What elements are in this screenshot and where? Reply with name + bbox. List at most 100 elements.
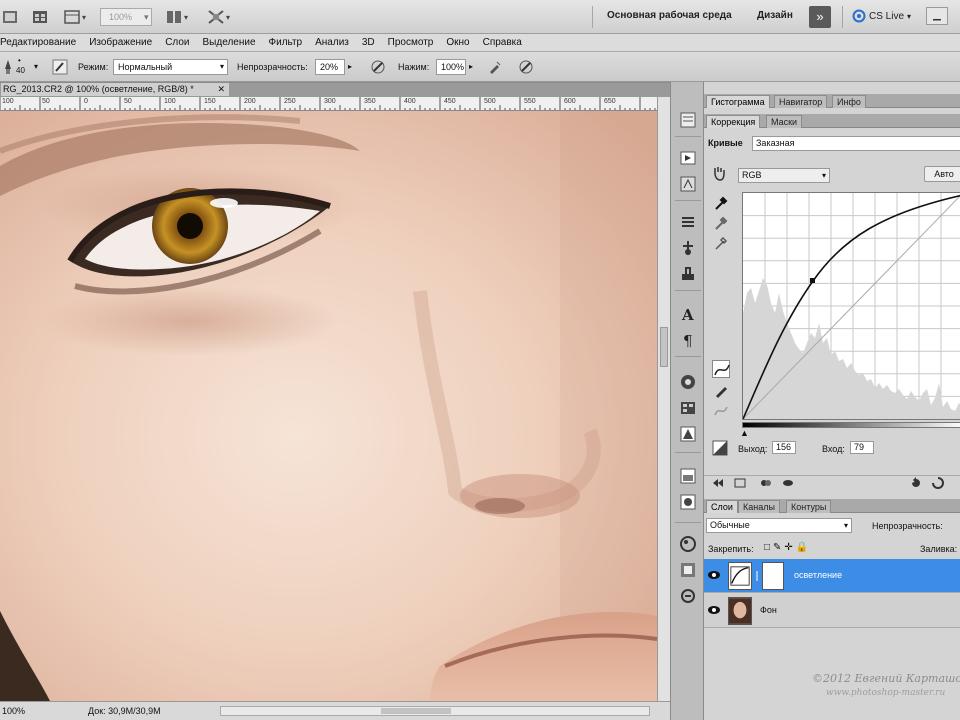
tab-histogram[interactable]: Гистограмма bbox=[706, 95, 770, 108]
airbrush-icon[interactable] bbox=[487, 59, 503, 75]
opacity-input[interactable]: 20% bbox=[315, 59, 345, 75]
ruler-label: 200 bbox=[244, 98, 256, 105]
canvas-vertical-scrollbar[interactable] bbox=[657, 97, 670, 701]
chevron-down-icon[interactable]: ▾ bbox=[34, 62, 38, 71]
menu-filter[interactable]: Фильтр bbox=[269, 37, 303, 48]
menu-view[interactable]: Просмотр bbox=[388, 37, 434, 48]
mask-link-icon[interactable] bbox=[754, 571, 760, 581]
tab-strip bbox=[230, 83, 670, 97]
menu-3d[interactable]: 3D bbox=[362, 37, 375, 48]
menu-image[interactable]: Изображение bbox=[89, 37, 152, 48]
scroll-thumb[interactable] bbox=[381, 708, 451, 714]
menu-select[interactable]: Выделение bbox=[203, 37, 256, 48]
launch-bridge-icon[interactable] bbox=[2, 8, 18, 26]
menu-window[interactable]: Окно bbox=[446, 37, 469, 48]
layer-mask-thumbnail[interactable] bbox=[762, 562, 784, 590]
tab-masks[interactable]: Маски bbox=[766, 115, 803, 128]
tool-preset-icon[interactable] bbox=[2, 59, 14, 75]
color-panel-icon[interactable] bbox=[678, 372, 698, 392]
styles-panel-icon[interactable] bbox=[678, 424, 698, 444]
document-canvas[interactable] bbox=[0, 111, 657, 701]
layer-row-adjustment[interactable]: осветление bbox=[704, 559, 960, 593]
layer-row-background[interactable]: Фон bbox=[704, 594, 960, 628]
arrange-documents-icon[interactable]: ▾ bbox=[166, 8, 188, 26]
navigator-mini-icon[interactable] bbox=[678, 586, 698, 606]
on-image-adjust-hand-icon[interactable] bbox=[710, 164, 728, 182]
tab-paths[interactable]: Контуры bbox=[786, 500, 832, 513]
return-to-list-icon[interactable] bbox=[712, 478, 724, 488]
animation-panel-icon[interactable] bbox=[678, 174, 698, 194]
lock-options-icons[interactable]: □✎✛🔒 bbox=[764, 542, 811, 553]
menu-edit[interactable]: Редактирование bbox=[0, 37, 76, 48]
tab-navigator[interactable]: Навигатор bbox=[774, 95, 828, 108]
tab-layers[interactable]: Слои bbox=[706, 500, 738, 513]
layer-name[interactable]: Фон bbox=[760, 605, 777, 615]
cs-live-button[interactable]: CS Live ▾ bbox=[852, 9, 911, 23]
workspace-design[interactable]: Дизайн bbox=[757, 10, 793, 21]
chevron-right-icon[interactable]: ▸ bbox=[348, 62, 352, 71]
close-icon[interactable]: ✕ bbox=[217, 83, 225, 96]
curve-point-tool-icon[interactable] bbox=[712, 360, 730, 378]
visibility-icon[interactable] bbox=[782, 478, 794, 488]
tool-presets-icon[interactable] bbox=[678, 264, 698, 284]
swatches-panel-icon[interactable] bbox=[678, 398, 698, 418]
clone-source-icon[interactable] bbox=[678, 238, 698, 258]
brush-size-value[interactable]: 40 bbox=[16, 66, 25, 75]
expanded-view-icon[interactable] bbox=[734, 478, 746, 488]
chevron-right-icon[interactable]: ▸ bbox=[469, 62, 473, 71]
character-panel-icon[interactable]: A bbox=[678, 304, 698, 324]
eyedropper-gray-icon[interactable] bbox=[712, 214, 730, 232]
document-tab[interactable]: RG_2013.CR2 @ 100% (осветление, RGB/8) *… bbox=[0, 83, 230, 97]
pencil-tool-icon[interactable] bbox=[712, 382, 730, 400]
blend-mode-select[interactable]: Нормальный ▾ bbox=[113, 59, 228, 75]
zoom-level-select[interactable]: 100% ▾ bbox=[100, 8, 152, 26]
info-mini-icon[interactable] bbox=[678, 560, 698, 580]
tab-info[interactable]: Инфо bbox=[832, 95, 866, 108]
actions-panel-icon[interactable] bbox=[678, 148, 698, 168]
flow-input[interactable]: 100% bbox=[436, 59, 466, 75]
eye-icon[interactable] bbox=[707, 569, 721, 581]
3d-panel-icon[interactable] bbox=[678, 534, 698, 554]
history-panel-icon[interactable] bbox=[678, 110, 698, 130]
tablet-pressure-opacity-icon[interactable] bbox=[370, 59, 386, 75]
curves-preset-select[interactable]: Заказная bbox=[752, 136, 960, 151]
menu-help[interactable]: Справка bbox=[483, 37, 522, 48]
layer-blend-mode-select[interactable]: Обычные ▾ bbox=[706, 518, 852, 533]
clip-to-layer-icon[interactable] bbox=[760, 478, 772, 488]
screen-mode-icon[interactable]: ▾ bbox=[208, 8, 230, 26]
paragraph-panel-icon[interactable]: ¶ bbox=[678, 330, 698, 350]
canvas-horizontal-scrollbar[interactable] bbox=[220, 706, 650, 716]
smooth-curve-icon[interactable] bbox=[712, 402, 730, 420]
tab-channels[interactable]: Каналы bbox=[738, 500, 780, 513]
more-workspaces-button[interactable]: » bbox=[809, 6, 831, 28]
workspace-essentials[interactable]: Основная рабочая среда bbox=[607, 10, 732, 21]
previous-state-icon[interactable] bbox=[932, 477, 944, 489]
tablet-pressure-size-icon[interactable] bbox=[518, 59, 534, 75]
layer-name[interactable]: осветление bbox=[794, 570, 842, 580]
masks-mini-icon[interactable] bbox=[678, 492, 698, 512]
channel-select[interactable]: RGB ▾ bbox=[738, 168, 830, 183]
layers-mini-icon[interactable] bbox=[678, 466, 698, 486]
minimize-button[interactable]: ▁ bbox=[926, 7, 948, 25]
brush-presets-icon[interactable] bbox=[678, 212, 698, 232]
input-value-input[interactable]: 79 bbox=[850, 441, 874, 454]
output-value-input[interactable]: 156 bbox=[772, 441, 796, 454]
reset-icon[interactable] bbox=[910, 477, 922, 489]
menu-analysis[interactable]: Анализ bbox=[315, 37, 349, 48]
brush-panel-icon[interactable] bbox=[52, 59, 68, 75]
black-point-slider-icon[interactable]: ▲ bbox=[740, 428, 749, 438]
status-zoom[interactable]: 100% bbox=[2, 702, 25, 720]
chevron-down-icon: ▾ bbox=[907, 11, 912, 21]
show-clipping-icon[interactable] bbox=[712, 440, 728, 456]
eyedropper-white-icon[interactable] bbox=[712, 234, 730, 252]
eyedropper-black-icon[interactable] bbox=[712, 194, 730, 212]
view-extras-icon[interactable]: ▾ bbox=[64, 8, 86, 26]
menu-layer[interactable]: Слои bbox=[165, 37, 189, 48]
tab-adjustments[interactable]: Коррекция bbox=[706, 115, 761, 128]
scroll-thumb[interactable] bbox=[660, 327, 668, 367]
mini-bridge-icon[interactable] bbox=[32, 8, 48, 26]
curve-control-point[interactable] bbox=[810, 278, 815, 283]
eye-icon[interactable] bbox=[707, 604, 721, 616]
auto-button[interactable]: Авто bbox=[924, 166, 960, 182]
curves-graph[interactable] bbox=[742, 192, 960, 420]
